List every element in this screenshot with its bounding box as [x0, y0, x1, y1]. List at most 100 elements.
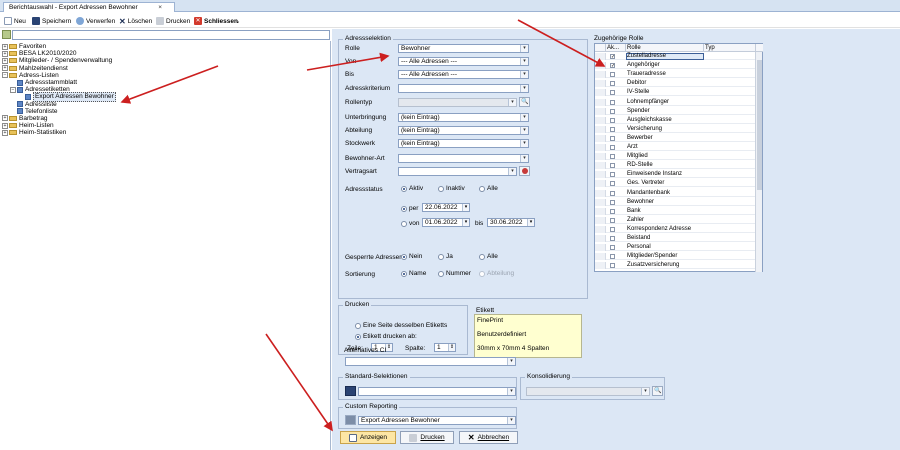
expand-icon[interactable]: + — [2, 129, 8, 136]
print-button[interactable]: Drucken — [156, 16, 190, 26]
tree-node[interactable]: + Barbetrag — [2, 115, 322, 122]
role-checkbox[interactable] — [610, 181, 615, 187]
sort-nummer-radio[interactable]: Nummer — [438, 270, 471, 277]
role-checkbox[interactable] — [610, 217, 615, 223]
row-header[interactable] — [595, 134, 606, 142]
role-checkbox[interactable] — [610, 226, 615, 232]
row-header[interactable] — [595, 144, 606, 151]
role-checkbox[interactable]: ✓ — [610, 54, 615, 60]
tree-node[interactable]: + Heim-Statistiken — [2, 129, 322, 136]
role-checkbox[interactable]: ✓ — [610, 63, 615, 69]
table-row[interactable]: Einweisende Instanz — [595, 171, 756, 179]
table-row[interactable]: RD-Stelle — [595, 162, 756, 170]
table-row[interactable]: Bewerber — [595, 134, 756, 142]
table-row[interactable]: ✓ Angehöriger — [595, 62, 756, 70]
tree-node[interactable]: + Favoriten — [2, 43, 322, 50]
tab-close-icon[interactable]: × — [158, 4, 162, 11]
bis-select[interactable]: --- Alle Adressen --- ▾ — [398, 70, 529, 79]
table-row[interactable]: Mitglieder/Spender — [595, 253, 756, 261]
drucken-button[interactable]: Drucken — [400, 431, 454, 444]
row-header[interactable] — [595, 253, 606, 261]
role-checkbox[interactable] — [610, 254, 615, 260]
table-row[interactable]: Personal — [595, 244, 756, 252]
status-aktiv-radio[interactable]: Aktiv — [401, 185, 423, 192]
standard-selektionen-select[interactable]: ▾ — [358, 387, 516, 396]
vertragsart-select[interactable]: ▾ — [398, 167, 517, 176]
tree-node[interactable]: + Mitglieder- / Spendenverwaltung — [2, 57, 322, 64]
col-ak[interactable]: Ak... — [606, 44, 626, 51]
table-row[interactable]: Ausgleichskasse — [595, 116, 756, 124]
etikett-box[interactable]: FinePrint Benutzerdefiniert 30mm x 70mm … — [474, 314, 582, 358]
table-row[interactable]: ✓ Zustelladresse — [595, 53, 756, 61]
tree-node[interactable]: + BESA LK2010/2020 — [2, 50, 322, 57]
row-header[interactable] — [595, 207, 606, 215]
vertragsart-search-icon[interactable] — [519, 166, 530, 176]
unterbringung-select[interactable]: (kein Eintrag) ▾ — [398, 113, 529, 122]
expand-icon[interactable]: + — [2, 122, 8, 129]
row-header[interactable] — [595, 244, 606, 252]
role-checkbox[interactable] — [610, 236, 615, 241]
table-row[interactable]: Bank — [595, 207, 756, 215]
row-header[interactable] — [595, 180, 606, 188]
expand-icon[interactable]: + — [2, 50, 8, 57]
collapse-icon[interactable]: − — [10, 86, 16, 93]
table-row[interactable]: Traueradresse — [595, 71, 756, 79]
gesperrt-alle-radio[interactable]: Alle — [479, 253, 498, 260]
role-checkbox[interactable] — [610, 117, 615, 123]
role-checkbox[interactable] — [610, 145, 615, 150]
role-checkbox[interactable] — [610, 72, 615, 78]
row-header[interactable] — [595, 216, 606, 224]
kriterium-select[interactable]: ▾ — [398, 84, 529, 93]
role-checkbox[interactable] — [610, 190, 615, 196]
rollentyp-search-icon[interactable] — [519, 97, 530, 107]
tree-node[interactable]: + Heim-Listen — [2, 122, 322, 129]
role-checkbox[interactable] — [610, 245, 615, 251]
anzeigen-button[interactable]: Anzeigen — [340, 431, 396, 444]
rollen-scrollbar[interactable] — [755, 52, 762, 272]
von-select[interactable]: --- Alle Adressen --- ▾ — [398, 57, 529, 66]
row-header[interactable] — [595, 225, 606, 233]
konsolidierung-search-icon[interactable] — [652, 386, 663, 396]
status-alle-radio[interactable]: Alle — [479, 185, 498, 192]
table-row[interactable]: Ges. Vertreter — [595, 180, 756, 188]
von-radio[interactable]: von — [401, 220, 419, 227]
expand-icon[interactable]: + — [2, 115, 8, 122]
table-row[interactable]: Mitglied — [595, 153, 756, 161]
tree-node[interactable]: Telefonliste — [2, 108, 322, 115]
role-checkbox[interactable] — [610, 172, 615, 178]
table-row[interactable]: Beistand — [595, 235, 756, 243]
table-row[interactable]: Korrespondenz Adresse — [595, 225, 756, 233]
row-header[interactable] — [595, 98, 606, 106]
spalte-stepper[interactable]: 1 ⇕ — [434, 343, 456, 352]
new-button[interactable]: Neu — [4, 16, 26, 26]
role-checkbox[interactable] — [610, 208, 615, 214]
stockwerk-select[interactable]: (kein Eintrag) ▾ — [398, 139, 529, 148]
tree-node[interactable]: Adressliste — [2, 101, 322, 108]
table-row[interactable]: Zahler — [595, 216, 756, 224]
scrollbar-thumb[interactable] — [757, 60, 762, 190]
tree-node[interactable]: − Adress-Listen — [2, 72, 322, 79]
row-header[interactable] — [595, 262, 606, 270]
delete-button[interactable]: ✕ Löschen — [119, 16, 152, 26]
save-selection-icon[interactable] — [345, 386, 356, 396]
row-header[interactable] — [595, 80, 606, 88]
table-row[interactable]: Spender — [595, 107, 756, 115]
eine-seite-radio[interactable]: Eine Seite desselben Etiketts — [355, 322, 447, 329]
role-checkbox[interactable] — [610, 154, 615, 160]
rolle-select[interactable]: Bewohner ▾ — [398, 44, 529, 53]
sort-abteilung-radio[interactable]: Abteilung — [479, 270, 514, 277]
expand-icon[interactable]: + — [2, 65, 8, 72]
filter-icon[interactable] — [2, 30, 11, 39]
table-row[interactable]: Zusatzversicherung — [595, 262, 756, 270]
close-button[interactable]: ✕ Schliessen — [194, 16, 238, 26]
rollentyp-select[interactable]: ▾ — [398, 98, 517, 107]
tree-node[interactable]: Adressstammblatt — [2, 79, 322, 86]
row-header[interactable] — [595, 107, 606, 115]
role-checkbox[interactable] — [610, 135, 615, 141]
sort-name-radio[interactable]: Name — [401, 270, 426, 277]
table-row[interactable]: Debitor — [595, 80, 756, 88]
per-radio[interactable]: per — [401, 205, 418, 212]
row-header[interactable] — [595, 71, 606, 79]
tab-berichtauswahl[interactable]: Berichtauswahl - Export Adressen Bewohne… — [3, 2, 175, 12]
alt-ci-select[interactable]: ▾ — [345, 357, 516, 366]
